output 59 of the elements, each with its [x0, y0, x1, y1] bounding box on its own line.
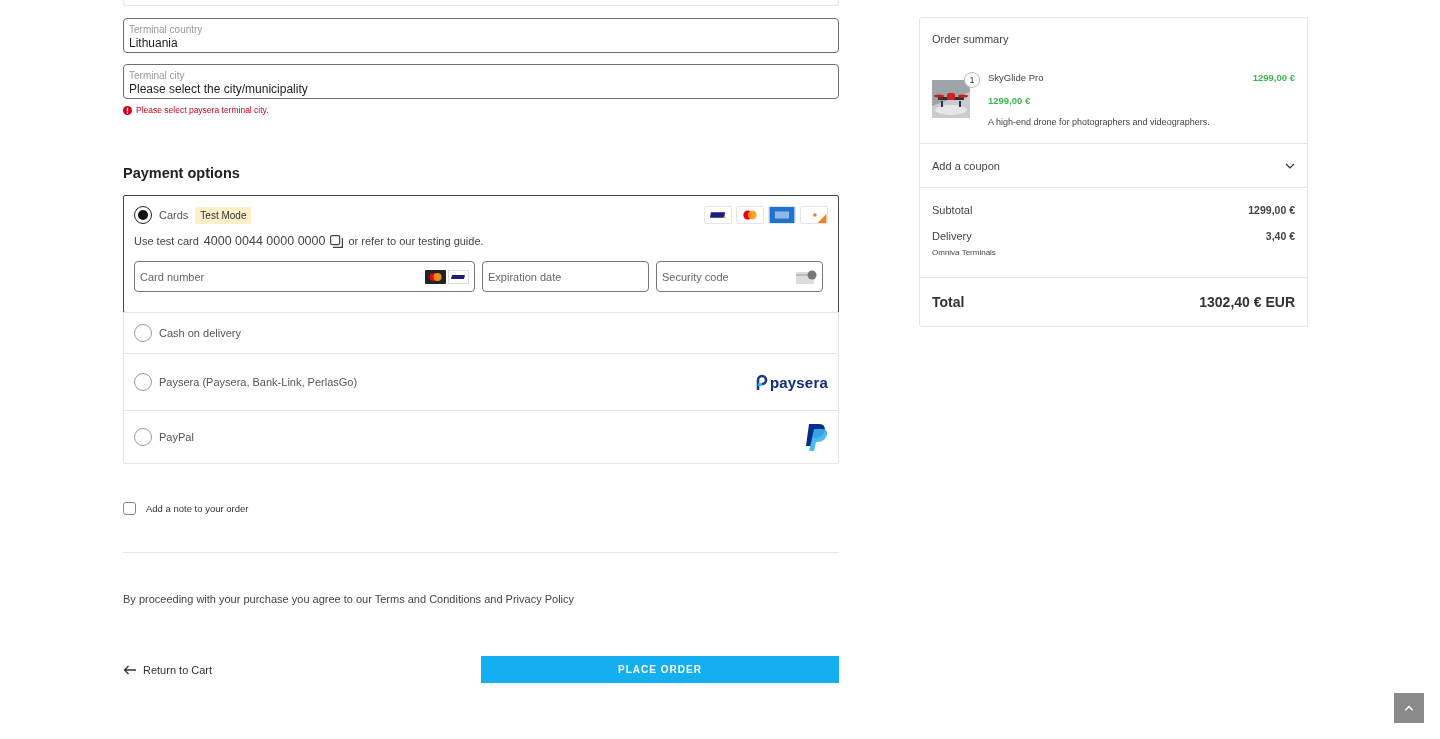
privacy-link[interactable]: Privacy Policy	[505, 593, 575, 605]
summary-value: 1299,00 €	[1248, 204, 1295, 216]
total-value: 1302,40 € EUR	[1199, 294, 1295, 310]
method-label: Paysera (Paysera, Bank-Link, PerlasGo)	[159, 376, 358, 388]
input-field[interactable]: Card number	[134, 261, 475, 292]
mastercard-icon	[736, 206, 764, 224]
radio-button[interactable]	[134, 324, 152, 342]
placeholder-text: Expiration date	[488, 270, 562, 283]
unit-price: 1299,00 €	[988, 95, 1032, 106]
select-field[interactable]: Terminal city Please select the city/municipality	[123, 64, 839, 99]
field-label: Terminal country	[129, 24, 204, 35]
card-number-text: 4000 0044 0000 0000	[203, 234, 326, 248]
instruction-text: Use test card	[134, 235, 199, 247]
placeholder-text: Card number	[140, 270, 205, 283]
total-label: Total	[932, 294, 965, 310]
arrow-left-icon	[123, 664, 137, 675]
discover-icon	[800, 206, 828, 224]
field-label: Terminal city	[129, 70, 186, 81]
method-label: Cash on delivery	[159, 327, 241, 339]
input-field[interactable]: Expiration date	[482, 261, 649, 292]
checkbox[interactable]	[123, 502, 136, 515]
select-field[interactable]: Terminal country Lithuania	[123, 18, 839, 53]
terms-text: By proceeding with your purchase you agree to our Terms and Conditions and Privacy Policy	[123, 593, 576, 605]
instruction-text: or refer to our testing guide.	[348, 235, 484, 247]
mastercard-icon	[425, 269, 446, 284]
card-title: Order summary	[931, 32, 1010, 45]
product-description: A high-end drone for photographers and videographers.	[988, 117, 1211, 127]
summary-label: Delivery	[932, 230, 973, 242]
amex-icon	[768, 206, 796, 224]
radio-button[interactable]	[134, 428, 152, 446]
method-label: Cards	[159, 209, 189, 221]
quantity-badge: 1	[964, 72, 980, 88]
line-price: 1299,00 €	[1252, 72, 1295, 83]
mode-badge: Test Mode	[195, 206, 252, 224]
card-icon	[796, 269, 817, 284]
checkbox-label: Add a note to your order	[146, 503, 249, 514]
error-icon	[123, 105, 132, 115]
section-heading: Payment options	[123, 165, 241, 181]
chevron-up-icon	[1404, 705, 1414, 711]
visa-icon	[704, 206, 732, 224]
summary-value: 3,40 €	[1265, 230, 1295, 244]
return-link[interactable]: Return to Cart	[123, 663, 481, 676]
field-value: Please select the city/municipality	[129, 82, 309, 96]
field-value: Lithuania	[129, 36, 179, 50]
placeholder-text: Security code	[662, 270, 729, 283]
shipping-method: Omniva Terminals	[932, 248, 996, 257]
summary-label: Subtotal	[932, 204, 973, 216]
radio-button[interactable]	[134, 373, 152, 391]
terms-link[interactable]: Terms and Conditions	[374, 593, 482, 605]
logo-text: paysera	[769, 373, 828, 391]
copy-icon	[330, 234, 344, 248]
input-field[interactable]: Security code	[656, 261, 823, 292]
visa-icon	[448, 269, 469, 284]
radio-button[interactable]	[134, 206, 152, 224]
product-name: SkyGlide Pro	[988, 72, 1044, 83]
error-message: Please select paysera terminal city.	[136, 105, 269, 115]
paypal-icon	[806, 423, 828, 451]
method-label: PayPal	[159, 431, 194, 443]
paysera-mark-icon	[755, 374, 768, 390]
